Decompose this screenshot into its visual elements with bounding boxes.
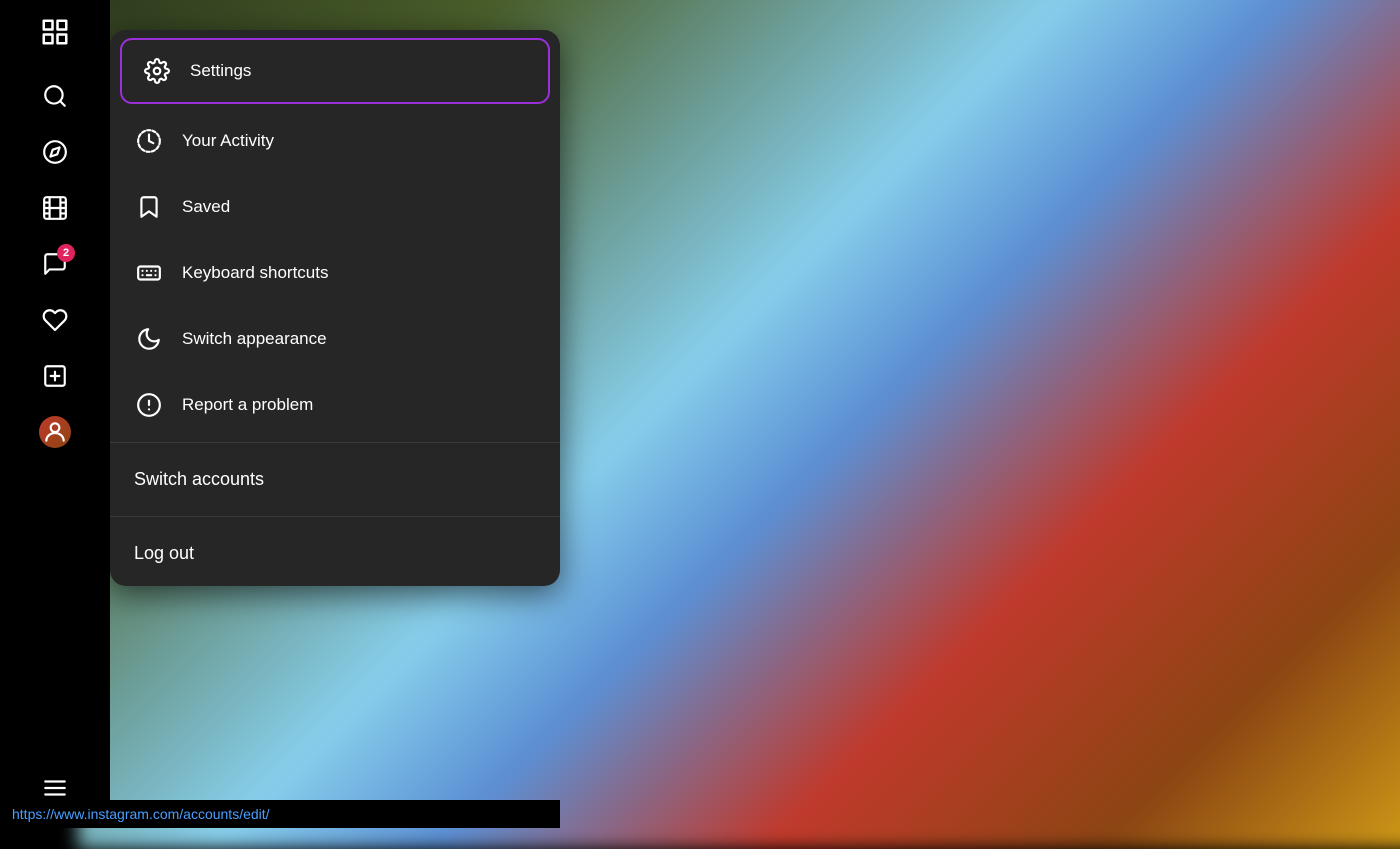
- sidebar-profile[interactable]: [31, 408, 79, 456]
- message-badge: 2: [57, 244, 75, 262]
- switch-appearance-icon: [134, 324, 164, 354]
- menu-divider-1: [110, 442, 560, 443]
- status-bar: https://www.instagram.com/accounts/edit/: [0, 800, 560, 828]
- switch-appearance-label: Switch appearance: [182, 329, 327, 349]
- sidebar-create[interactable]: [31, 352, 79, 400]
- keyboard-shortcuts-icon: [134, 258, 164, 288]
- your-activity-icon: [134, 126, 164, 156]
- menu-item-report-problem[interactable]: Report a problem: [110, 372, 560, 438]
- instagram-logo[interactable]: [35, 12, 75, 52]
- sidebar-search[interactable]: [31, 72, 79, 120]
- status-url: https://www.instagram.com/accounts/edit/: [12, 806, 270, 822]
- sidebar-messages[interactable]: 2: [31, 240, 79, 288]
- saved-icon: [134, 192, 164, 222]
- sidebar-notifications[interactable]: [31, 296, 79, 344]
- settings-icon: [142, 56, 172, 86]
- report-problem-icon: [134, 390, 164, 420]
- menu-item-keyboard-shortcuts[interactable]: Keyboard shortcuts: [110, 240, 560, 306]
- your-activity-label: Your Activity: [182, 131, 274, 151]
- keyboard-shortcuts-label: Keyboard shortcuts: [182, 263, 328, 283]
- menu-item-logout[interactable]: Log out: [110, 521, 560, 586]
- sidebar-reels[interactable]: [31, 184, 79, 232]
- menu-item-settings[interactable]: Settings: [120, 38, 550, 104]
- avatar: [39, 416, 71, 448]
- dropdown-menu: Settings Your Activity Saved Keyboard sh…: [110, 30, 560, 586]
- menu-item-saved[interactable]: Saved: [110, 174, 560, 240]
- menu-item-switch-appearance[interactable]: Switch appearance: [110, 306, 560, 372]
- report-problem-label: Report a problem: [182, 395, 313, 415]
- menu-item-switch-accounts[interactable]: Switch accounts: [110, 447, 560, 512]
- menu-item-your-activity[interactable]: Your Activity: [110, 108, 560, 174]
- saved-label: Saved: [182, 197, 230, 217]
- menu-divider-2: [110, 516, 560, 517]
- sidebar: 2: [0, 0, 110, 828]
- switch-accounts-label: Switch accounts: [134, 469, 264, 489]
- logout-label: Log out: [134, 543, 194, 563]
- sidebar-explore[interactable]: [31, 128, 79, 176]
- settings-label: Settings: [190, 61, 251, 81]
